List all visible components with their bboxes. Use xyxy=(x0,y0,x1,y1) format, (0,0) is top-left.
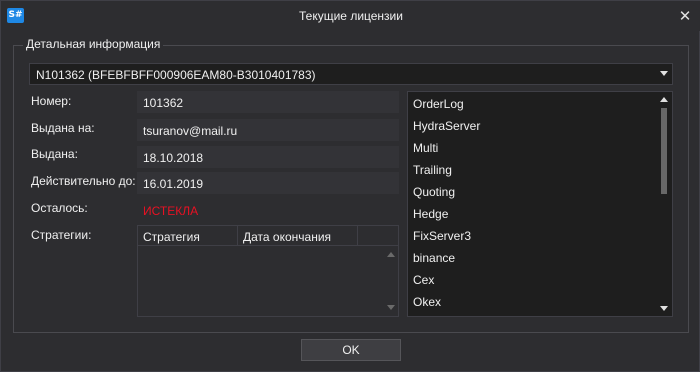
scroll-up-icon[interactable] xyxy=(387,252,395,257)
close-icon[interactable]: ✕ xyxy=(675,6,695,26)
issued-label: Выдана: xyxy=(31,147,78,161)
license-select[interactable]: N101362 (BFEBFBFF000906EAM80-B3010401783… xyxy=(29,63,673,85)
license-select-value: N101362 (BFEBFBFF000906EAM80-B3010401783… xyxy=(36,68,316,82)
list-item[interactable]: Quoting xyxy=(413,185,455,199)
scroll-down-icon[interactable] xyxy=(387,305,395,310)
strategies-grid[interactable]: Стратегия Дата окончания xyxy=(137,225,399,317)
valid-until-value: 16.01.2019 xyxy=(137,172,399,194)
issued-to-label: Выдана на: xyxy=(31,121,95,135)
remaining-label: Осталось: xyxy=(31,201,88,215)
ok-button[interactable]: OK xyxy=(301,339,401,361)
details-group-legend: Детальная информация xyxy=(23,37,164,51)
list-item[interactable]: HydraServer xyxy=(413,119,480,133)
strategies-label: Стратегии: xyxy=(31,228,92,242)
list-item[interactable]: Cex xyxy=(413,273,434,287)
list-item[interactable]: OrderLog xyxy=(413,97,464,111)
number-label: Номер: xyxy=(31,94,72,108)
list-item[interactable]: binance xyxy=(413,251,455,265)
grid-scrollbar[interactable] xyxy=(384,246,398,316)
issued-to-value: tsuranov@mail.ru xyxy=(137,119,399,141)
list-item[interactable]: Hedge xyxy=(413,207,448,221)
features-list[interactable]: OrderLog HydraServer Multi Trailing Quot… xyxy=(407,91,673,317)
number-value: 101362 xyxy=(137,91,399,113)
features-scrollbar[interactable] xyxy=(656,92,672,316)
license-dialog: S# Текущие лицензии ✕ Детальная информац… xyxy=(0,0,700,372)
grid-header: Стратегия Дата окончания xyxy=(138,226,398,246)
list-item[interactable]: Okex xyxy=(413,295,441,309)
list-item[interactable]: FixServer3 xyxy=(413,229,471,243)
scroll-up-icon[interactable] xyxy=(660,97,668,102)
scroll-thumb[interactable] xyxy=(661,108,667,194)
list-item[interactable]: Trailing xyxy=(413,163,452,177)
window-title: Текущие лицензии xyxy=(299,9,403,23)
column-end-date[interactable]: Дата окончания xyxy=(238,226,358,246)
list-item[interactable]: Multi xyxy=(413,141,438,155)
issued-value: 18.10.2018 xyxy=(137,146,399,168)
chevron-down-icon[interactable] xyxy=(660,71,668,76)
title-bar[interactable]: S# Текущие лицензии ✕ xyxy=(1,1,700,31)
scroll-down-icon[interactable] xyxy=(660,306,668,311)
valid-until-label: Действительно до: xyxy=(31,174,136,188)
column-strategy[interactable]: Стратегия xyxy=(138,226,238,246)
remaining-value: ИСТЕКЛА xyxy=(137,199,399,221)
